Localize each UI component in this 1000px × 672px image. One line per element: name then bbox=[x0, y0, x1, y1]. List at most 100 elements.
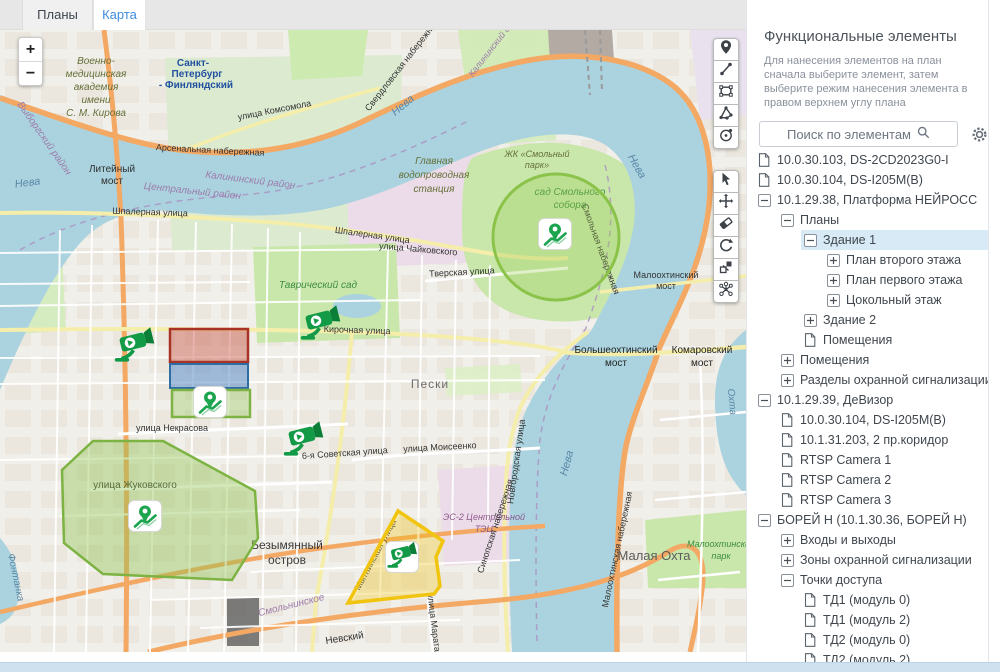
tree-item[interactable]: 10.0.30.104, DS-I205M(B) bbox=[747, 410, 988, 430]
tree-item[interactable]: 10.0.30.104, DS-I205M(B) bbox=[747, 170, 988, 190]
tree-item-label: RTSP Camera 3 bbox=[800, 493, 891, 507]
draw-rectangle-tool-button[interactable] bbox=[713, 82, 739, 105]
collapse-minus-icon[interactable] bbox=[804, 234, 817, 247]
file-icon bbox=[804, 653, 817, 662]
file-icon bbox=[781, 453, 794, 467]
expand-plus-icon[interactable] bbox=[804, 314, 817, 327]
tree-item[interactable]: 10.1.29.38, Платформа НЕЙРОСС bbox=[747, 190, 988, 210]
tree-item[interactable]: 10.0.30.103, DS-2CD2023G0-I bbox=[747, 150, 988, 170]
transform-tool-button[interactable] bbox=[713, 258, 739, 281]
expand-plus-icon[interactable] bbox=[827, 294, 840, 307]
tree-item[interactable]: Разделы охранной сигнализации bbox=[747, 370, 988, 390]
place-marker-tool-button[interactable] bbox=[713, 38, 739, 61]
map-label: Большеохтинский bbox=[574, 345, 657, 356]
map-label: Петербург bbox=[172, 68, 223, 80]
expand-plus-icon[interactable] bbox=[781, 554, 794, 567]
tree-item[interactable]: 10.1.31.203, 2 пр.коридор bbox=[747, 430, 988, 450]
tree-item[interactable]: Здание 1 bbox=[747, 230, 988, 250]
draw-polygon-tool-button[interactable] bbox=[713, 104, 739, 127]
tree-item-label: 10.0.30.103, DS-2CD2023G0-I bbox=[777, 153, 949, 167]
tree-item[interactable]: Зоны охранной сигнализации bbox=[747, 550, 988, 570]
expand-plus-icon[interactable] bbox=[827, 254, 840, 267]
tree-item[interactable]: RTSP Camera 2 bbox=[747, 470, 988, 490]
zone-rectangle-red[interactable] bbox=[170, 329, 248, 362]
map-label: Главная bbox=[415, 156, 453, 167]
map-label: Комаровский bbox=[672, 345, 733, 356]
draw-circle-tool-button[interactable] bbox=[713, 126, 739, 149]
tree-item-label: Входы и выходы bbox=[800, 533, 896, 547]
expand-plus-icon[interactable] bbox=[827, 274, 840, 287]
zoom-control: + − bbox=[18, 37, 43, 86]
rotate-tool-button[interactable] bbox=[713, 236, 739, 259]
transform-icon bbox=[718, 259, 734, 280]
horizontal-scrollbar[interactable] bbox=[0, 662, 1000, 672]
expand-plus-icon[interactable] bbox=[781, 534, 794, 547]
select-cursor-icon bbox=[718, 171, 734, 192]
tree-item[interactable]: БОРЕЙ Н (10.1.30.36, БОРЕЙ Н) bbox=[747, 510, 988, 530]
tree-item[interactable]: ТД1 (модуль 2) bbox=[747, 610, 988, 630]
tree-item[interactable]: RTSP Camera 1 bbox=[747, 450, 988, 470]
tree-item-label: Точки доступа bbox=[800, 573, 882, 587]
tree-item-label: 10.1.29.39, ДеВизор bbox=[777, 393, 893, 407]
tree-item[interactable]: ТД2 (модуль 2) bbox=[747, 650, 988, 662]
draw-polyline-tool-button[interactable] bbox=[713, 60, 739, 83]
tree-item-label: ТД2 (модуль 0) bbox=[823, 633, 910, 647]
expand-plus-icon[interactable] bbox=[781, 354, 794, 367]
file-icon bbox=[804, 613, 817, 627]
search-input[interactable]: Поиск по элементам bbox=[759, 121, 958, 147]
search-placeholder: Поиск по элементам bbox=[787, 127, 911, 142]
tree-item[interactable]: Планы bbox=[747, 210, 988, 230]
tree-item-label: ТД2 (модуль 2) bbox=[823, 653, 910, 662]
pan-move-tool-button[interactable] bbox=[713, 192, 739, 215]
tree-item[interactable]: ТД1 (модуль 0) bbox=[747, 590, 988, 610]
plan-marker[interactable] bbox=[129, 501, 162, 532]
file-icon bbox=[781, 493, 794, 507]
camera-badge-marker[interactable] bbox=[386, 542, 419, 573]
settings-gear-icon[interactable] bbox=[971, 126, 988, 143]
collapse-minus-icon[interactable] bbox=[758, 514, 771, 527]
plan-marker[interactable] bbox=[194, 387, 227, 418]
select-cursor-tool-button[interactable] bbox=[713, 170, 739, 193]
collapse-minus-icon[interactable] bbox=[781, 574, 794, 587]
file-icon bbox=[781, 433, 794, 447]
map-label: С. М. Кирова bbox=[66, 108, 126, 119]
tree-item-label: План второго этажа bbox=[846, 253, 961, 267]
expand-plus-icon[interactable] bbox=[781, 374, 794, 387]
map-label: имени bbox=[81, 95, 110, 106]
tree-item[interactable]: Входы и выходы bbox=[747, 530, 988, 550]
map-label: академия bbox=[74, 82, 119, 93]
tree-item[interactable]: 10.1.29.39, ДеВизор bbox=[747, 390, 988, 410]
tree-item[interactable]: ТД2 (модуль 0) bbox=[747, 630, 988, 650]
tree-item[interactable]: RTSP Camera 3 bbox=[747, 490, 988, 510]
tree-item[interactable]: Помещения bbox=[747, 350, 988, 370]
tree-item[interactable]: План второго этажа bbox=[747, 250, 988, 270]
tab-plans[interactable]: Планы bbox=[22, 0, 93, 30]
map-label: медицинская bbox=[66, 69, 127, 80]
tree-item-label: БОРЕЙ Н (10.1.30.36, БОРЕЙ Н) bbox=[777, 513, 967, 527]
zone-rectangle-blue[interactable] bbox=[170, 364, 248, 388]
collapse-minus-icon[interactable] bbox=[781, 214, 794, 227]
tree-item[interactable]: Помещения bbox=[747, 330, 988, 350]
zoom-out-button[interactable]: − bbox=[19, 62, 42, 85]
map-label: мост bbox=[605, 358, 627, 369]
nodes-tool-button[interactable] bbox=[713, 280, 739, 303]
tree-item-label: Разделы охранной сигнализации bbox=[800, 373, 988, 387]
collapse-minus-icon[interactable] bbox=[758, 194, 771, 207]
tree-item[interactable]: План первого этажа bbox=[747, 270, 988, 290]
map-canvas[interactable]: Санкт-Петербург- ФинляндскийВоенно-медиц… bbox=[0, 30, 746, 652]
panel-scrollbar-track[interactable] bbox=[988, 0, 1000, 662]
tree-item-label: RTSP Camera 2 bbox=[800, 473, 891, 487]
collapse-minus-icon[interactable] bbox=[758, 394, 771, 407]
panel-description: Для нанесения элементов на план сначала … bbox=[764, 54, 972, 110]
map-label: парк» bbox=[525, 160, 549, 170]
map-label: Малоохтинский bbox=[634, 270, 699, 280]
eraser-tool-button[interactable] bbox=[713, 214, 739, 237]
tree-item[interactable]: Здание 2 bbox=[747, 310, 988, 330]
file-icon bbox=[804, 633, 817, 647]
tab-map[interactable]: Карта bbox=[93, 0, 146, 30]
elements-tree: 10.0.30.103, DS-2CD2023G0-I 10.0.30.104, … bbox=[747, 150, 988, 662]
tree-item[interactable]: Цокольный этаж bbox=[747, 290, 988, 310]
plan-marker[interactable] bbox=[539, 219, 572, 250]
tree-item[interactable]: Точки доступа bbox=[747, 570, 988, 590]
zoom-in-button[interactable]: + bbox=[19, 38, 42, 62]
